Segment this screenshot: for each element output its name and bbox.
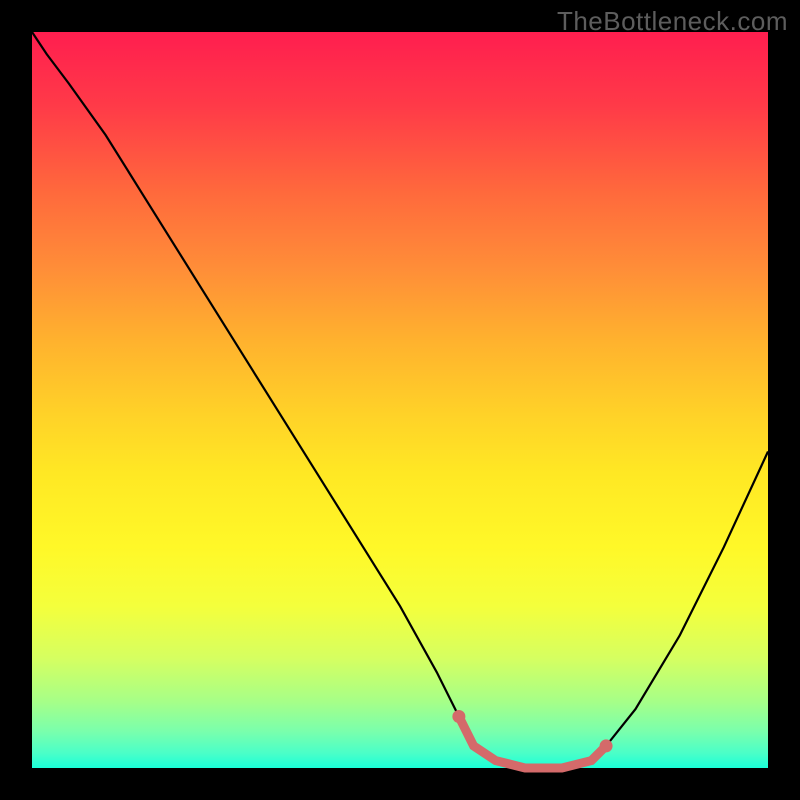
curve-layer bbox=[32, 32, 768, 768]
highlight-band bbox=[459, 717, 606, 769]
plot-area bbox=[32, 32, 768, 768]
chart-frame: TheBottleneck.com bbox=[0, 0, 800, 800]
highlight-dot-right bbox=[600, 739, 613, 752]
bottleneck-curve bbox=[32, 32, 768, 768]
highlight-dot-left bbox=[452, 710, 465, 723]
watermark-text: TheBottleneck.com bbox=[557, 6, 788, 37]
